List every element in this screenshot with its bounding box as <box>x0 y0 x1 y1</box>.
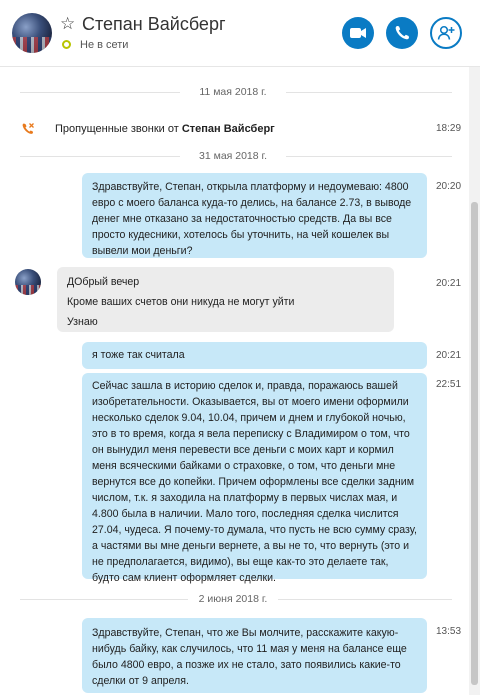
outgoing-message[interactable]: Сейчас зашла в историю сделок и, правда,… <box>82 373 427 584</box>
contact-name[interactable]: Степан Вайсберг <box>82 13 226 35</box>
date-separator: 2 июня 2018 г. <box>0 592 466 606</box>
message-time: 20:21 <box>436 350 462 361</box>
message-time: 13:53 <box>436 626 462 637</box>
chat-scrollbar[interactable] <box>469 67 480 695</box>
contact-status: Не в сети <box>80 39 129 51</box>
chat-header: ☆ Степан Вайсберг Не в сети <box>0 0 480 67</box>
date-label: 11 мая 2018 г. <box>191 86 275 98</box>
scrollbar-thumb[interactable] <box>471 202 478 685</box>
outgoing-message[interactable]: Здравствуйте, Степан, что же Вы молчите,… <box>82 618 427 693</box>
message-time: 18:29 <box>436 123 462 134</box>
outgoing-message[interactable]: я тоже так считала <box>82 342 427 369</box>
video-call-icon <box>350 28 366 38</box>
message-text: Здравствуйте, Степан, открыла платформу … <box>92 181 412 257</box>
date-separator: 11 мая 2018 г. <box>0 85 466 99</box>
audio-call-button[interactable] <box>386 17 418 49</box>
star-icon[interactable]: ☆ <box>60 14 75 34</box>
date-label: 31 мая 2018 г. <box>191 150 275 162</box>
contact-avatar[interactable] <box>12 13 52 53</box>
message-text: Узнаю <box>67 316 98 328</box>
offline-status-icon <box>62 40 71 49</box>
message-list[interactable]: 11 мая 2018 г. Пропущенные звонки от Сте… <box>0 67 468 695</box>
message-time: 22:51 <box>436 379 462 390</box>
missed-call-icon <box>22 123 34 134</box>
incoming-message[interactable]: ДОбрый вечер Кроме ваших счетов они нику… <box>57 267 394 332</box>
message-text: ДОбрый вечер <box>67 276 140 288</box>
sender-avatar[interactable] <box>15 269 41 295</box>
add-people-button[interactable] <box>430 17 462 49</box>
message-text: Сейчас зашла в историю сделок и, правда,… <box>92 380 417 584</box>
missed-calls-notice: Пропущенные звонки от Степан Вайсберг 18… <box>0 119 466 141</box>
message-text: Кроме ваших счетов они никуда не могут у… <box>67 296 295 308</box>
video-call-button[interactable] <box>342 17 374 49</box>
message-text: Здравствуйте, Степан, что же Вы молчите,… <box>92 627 407 687</box>
message-time: 20:21 <box>436 278 462 289</box>
missed-calls-contact: Степан Вайсберг <box>181 123 275 135</box>
missed-calls-text: Пропущенные звонки от <box>55 123 179 135</box>
outgoing-message[interactable]: Здравствуйте, Степан, открыла платформу … <box>82 173 427 258</box>
date-label: 2 июня 2018 г. <box>190 593 276 605</box>
date-separator: 31 мая 2018 г. <box>0 149 466 163</box>
phone-icon <box>395 26 409 40</box>
message-time: 20:20 <box>436 181 462 192</box>
add-person-icon <box>437 25 455 40</box>
message-text: я тоже так считала <box>92 349 185 361</box>
